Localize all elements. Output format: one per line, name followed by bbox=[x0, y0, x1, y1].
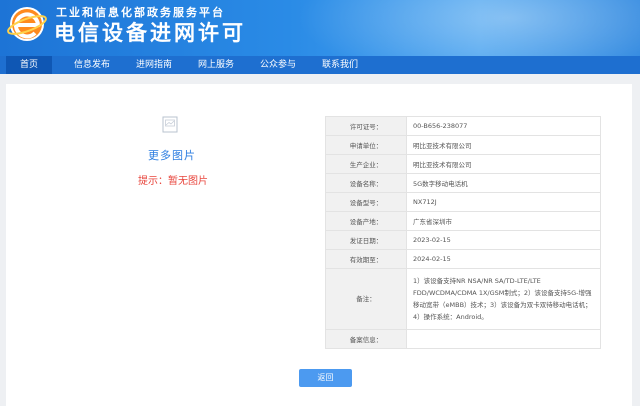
remark-key: 备注： bbox=[325, 268, 407, 330]
header-glow bbox=[280, 0, 640, 56]
table-row-remark: 备注： 1）该设备支持NR NSA/NR SA/TD-LTE/LTE FDD/W… bbox=[325, 268, 601, 330]
row-key: 生产企业： bbox=[325, 154, 407, 174]
broken-image-icon bbox=[162, 116, 178, 133]
row-value: 2023-02-15 bbox=[406, 230, 601, 250]
remark-value: 1）该设备支持NR NSA/NR SA/TD-LTE/LTE FDD/WCDMA… bbox=[406, 268, 601, 330]
row-value: 明比亚技术有限公司 bbox=[406, 135, 601, 155]
row-value: NX712J bbox=[406, 192, 601, 212]
row-value: 广东省深圳市 bbox=[406, 211, 601, 231]
license-info-table: 许可证号： 00-B656-238077 申请单位： 明比亚技术有限公司 生产企… bbox=[325, 116, 601, 349]
site-header: 工业和信息化部政务服务平台 电信设备进网许可 bbox=[0, 0, 640, 56]
row-key: 设备型号： bbox=[325, 192, 407, 212]
row-value: 5G数字移动电话机 bbox=[406, 173, 601, 193]
back-button[interactable]: 返回 bbox=[299, 369, 352, 387]
row-value: 明比亚技术有限公司 bbox=[406, 154, 601, 174]
filing-key: 备案信息： bbox=[325, 329, 407, 349]
table-row: 许可证号： 00-B656-238077 bbox=[325, 116, 601, 136]
filing-value bbox=[406, 329, 601, 349]
row-key: 申请单位： bbox=[325, 135, 407, 155]
table-row: 申请单位： 明比亚技术有限公司 bbox=[325, 135, 601, 155]
row-value: 2024-02-15 bbox=[406, 249, 601, 269]
nav-item-online-service[interactable]: 网上服务 bbox=[190, 56, 242, 74]
table-row: 设备产地： 广东省深圳市 bbox=[325, 211, 601, 231]
more-images-link[interactable]: 更多图片 bbox=[148, 147, 196, 163]
row-key: 发证日期： bbox=[325, 230, 407, 250]
nav-item-participation[interactable]: 公众参与 bbox=[252, 56, 304, 74]
row-key: 设备产地： bbox=[325, 211, 407, 231]
e-globe-logo-icon[interactable] bbox=[6, 3, 48, 45]
nav-item-home[interactable]: 首页 bbox=[6, 56, 52, 74]
table-row: 设备名称： 5G数字移动电话机 bbox=[325, 173, 601, 193]
table-row: 有效期至： 2024-02-15 bbox=[325, 249, 601, 269]
table-row: 生产企业： 明比亚技术有限公司 bbox=[325, 154, 601, 174]
main-nav: 首页 信息发布 进网指南 网上服务 公众参与 联系我们 bbox=[0, 56, 640, 74]
no-image-hint: 提示：暂无图片 bbox=[138, 176, 208, 187]
table-row: 设备型号： NX712J bbox=[325, 192, 601, 212]
nav-item-guide[interactable]: 进网指南 bbox=[128, 56, 180, 74]
site-title: 电信设备进网许可 bbox=[54, 21, 246, 45]
row-key: 许可证号： bbox=[325, 116, 407, 136]
table-row-filing: 备案信息： bbox=[325, 329, 601, 349]
nav-item-news[interactable]: 信息发布 bbox=[66, 56, 118, 74]
row-key: 设备名称： bbox=[325, 173, 407, 193]
row-value: 00-B656-238077 bbox=[406, 116, 601, 136]
nav-item-contact[interactable]: 联系我们 bbox=[314, 56, 366, 74]
table-row: 发证日期： 2023-02-15 bbox=[325, 230, 601, 250]
row-key: 有效期至： bbox=[325, 249, 407, 269]
